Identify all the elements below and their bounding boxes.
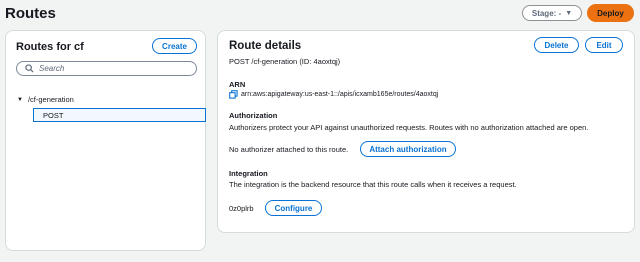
page-title: Routes	[5, 5, 56, 22]
tree-method-item[interactable]: POST	[33, 108, 206, 122]
search-icon	[25, 64, 34, 73]
tree-method-label: POST	[43, 110, 64, 120]
attach-authorization-button[interactable]: Attach authorization	[360, 141, 456, 157]
stage-select-value: Stage: -	[531, 8, 562, 18]
arn-value: arn:aws:apigateway:us-east-1::/apis/icxa…	[241, 91, 439, 98]
deploy-button[interactable]: Deploy	[587, 4, 634, 22]
integration-id: 0z0plrb	[229, 204, 254, 213]
authorization-status: No authorizer attached to this route.	[229, 145, 349, 154]
create-button[interactable]: Create	[152, 38, 197, 54]
integration-description: The integration is the backend resource …	[229, 180, 517, 189]
routes-panel: Routes for cf Create Search ▼ /cf-genera…	[5, 30, 206, 251]
tree-expand-icon[interactable]: ▼	[17, 97, 23, 103]
delete-button[interactable]: Delete	[534, 37, 579, 53]
route-subtitle: POST /cf-generation (ID: 4aoxtqj)	[229, 57, 341, 66]
route-details-title: Route details	[229, 40, 302, 52]
caret-down-icon: ▼	[565, 9, 573, 17]
copy-icon[interactable]	[229, 90, 238, 99]
integration-label: Integration	[229, 169, 268, 178]
authorization-label: Authorization	[229, 111, 278, 120]
edit-button[interactable]: Edit	[585, 37, 623, 53]
tree-resource-label: /cf-generation	[27, 95, 74, 104]
authorization-description: Authorizers protect your API against una…	[229, 123, 589, 132]
search-input[interactable]: Search	[16, 61, 197, 76]
route-details-panel: Route details Delete Edit POST /cf-gener…	[217, 30, 635, 233]
search-placeholder: Search	[39, 64, 65, 73]
routes-panel-title: Routes for cf	[16, 41, 84, 53]
arn-label: ARN	[229, 80, 246, 89]
stage-select[interactable]: Stage: - ▼	[522, 5, 582, 21]
configure-button[interactable]: Configure	[265, 200, 322, 216]
tree-resource-item[interactable]: ▼ /cf-generation	[17, 95, 74, 104]
arn-row: arn:aws:apigateway:us-east-1::/apis/icxa…	[229, 90, 438, 99]
